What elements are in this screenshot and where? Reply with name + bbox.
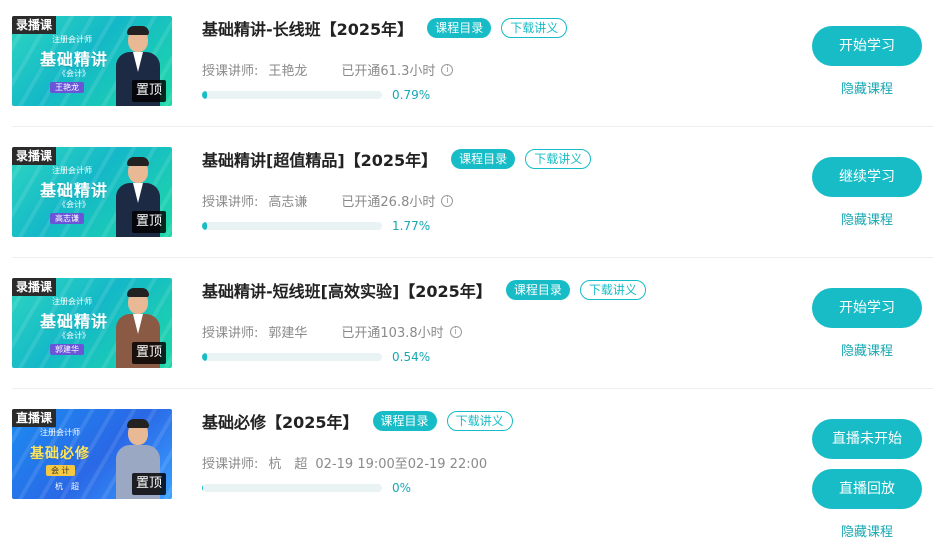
download-notes-button[interactable]: 下载讲义 (501, 18, 568, 38)
hide-course-link[interactable]: 隐藏课程 (812, 209, 922, 228)
course-type-badge: 录播课 (12, 278, 57, 296)
live-not-started-button[interactable]: 直播未开始 (812, 419, 922, 459)
thumbnail-course-tag: 注册会计师 (52, 166, 92, 175)
course-meta: 授课讲师: 杭 超 02-19 19:00至02-19 22:00 (202, 453, 487, 472)
catalog-button[interactable]: 课程目录 (372, 411, 437, 431)
course-thumbnail[interactable]: 录播课 注册会计师 基础精讲 《会计》 王艳龙 置顶 (12, 16, 172, 106)
course-meta: 授课讲师: 高志谦 已开通26.8小时 i (202, 191, 454, 210)
teacher-label: 授课讲师: (202, 195, 259, 210)
opened-hours: 已开通26.8小时 (341, 195, 436, 210)
pinned-badge[interactable]: 置顶 (131, 342, 166, 364)
pinned-badge[interactable]: 置顶 (131, 473, 166, 495)
course-title-line: 基础精讲-短线班[高效实验]【2025年】 课程目录 下载讲义 (202, 278, 646, 302)
row-divider (12, 257, 933, 258)
thumbnail-title: 基础必修 (30, 446, 90, 462)
info-icon[interactable]: i (441, 194, 454, 207)
teacher-label: 授课讲师: (202, 326, 259, 341)
thumbnail-title: 基础精讲 (40, 312, 109, 331)
course-title-line: 基础必修【2025年】 课程目录 下载讲义 (202, 409, 513, 433)
thumbnail-title: 基础精讲 (40, 181, 109, 200)
progress-bar (202, 484, 382, 492)
course-meta: 授课讲师: 王艳龙 已开通61.3小时 i (202, 60, 454, 79)
course-thumbnail[interactable]: 录播课 注册会计师 基础精讲 《会计》 郭建华 置顶 (12, 278, 172, 368)
course-type-badge: 录播课 (12, 16, 57, 34)
live-time: 02-19 19:00至02-19 22:00 (315, 457, 488, 472)
course-title-line: 基础精讲[超值精品]【2025年】 课程目录 下载讲义 (202, 147, 592, 171)
teacher-label: 授课讲师: (202, 64, 259, 79)
progress-percent: 0.54% (392, 350, 431, 364)
teacher-label: 授课讲师: (202, 457, 259, 472)
course-type-badge: 录播课 (12, 147, 57, 165)
opened-hours: 已开通61.3小时 (341, 64, 436, 79)
thumbnail-subject: 《会计》 (58, 200, 90, 209)
course-thumbnail[interactable]: 直播课 注册会计师 基础必修 会 计 杭 超 置顶 (12, 409, 172, 499)
catalog-button[interactable]: 课程目录 (505, 280, 570, 300)
progress-bar (202, 91, 382, 99)
start-learning-button[interactable]: 开始学习 (812, 288, 922, 328)
progress-fill (202, 222, 207, 230)
teacher-name: 高志谦 (268, 195, 308, 210)
progress-bar (202, 353, 382, 361)
thumbnail-subject: 《会计》 (58, 69, 90, 78)
course-list: 录播课 注册会计师 基础精讲 《会计》 王艳龙 置顶 基础精讲-长线班【2025… (0, 0, 933, 545)
hide-course-link[interactable]: 隐藏课程 (812, 78, 922, 97)
catalog-button[interactable]: 课程目录 (451, 149, 516, 169)
thumbnail-teacher: 郭建华 (50, 344, 84, 355)
pinned-badge[interactable]: 置顶 (131, 80, 166, 102)
progress-percent: 0.79% (392, 88, 431, 102)
teacher-name: 王艳龙 (268, 64, 308, 79)
continue-learning-button[interactable]: 继续学习 (812, 157, 922, 197)
course-title[interactable]: 基础精讲-长线班【2025年】 (202, 16, 413, 40)
thumbnail-course-tag: 注册会计师 (52, 297, 92, 306)
course-title[interactable]: 基础精讲-短线班[高效实验]【2025年】 (202, 278, 492, 302)
opened-hours: 已开通103.8小时 (341, 326, 444, 341)
row-divider (12, 388, 933, 389)
progress-fill (202, 91, 207, 99)
course-row: 录播课 注册会计师 基础精讲 《会计》 王艳龙 置顶 基础精讲-长线班【2025… (0, 0, 933, 127)
course-row: 录播课 注册会计师 基础精讲 《会计》 高志谦 置顶 基础精讲[超值精品]【20… (0, 131, 933, 258)
progress-percent: 0% (392, 481, 412, 495)
thumbnail-subject: 《会计》 (58, 331, 90, 340)
hide-course-link[interactable]: 隐藏课程 (812, 521, 922, 540)
progress-fill (202, 353, 207, 361)
course-type-badge: 直播课 (12, 409, 57, 427)
course-row: 录播课 注册会计师 基础精讲 《会计》 郭建华 置顶 基础精讲-短线班[高效实验… (0, 262, 933, 389)
thumbnail-course-tag: 注册会计师 (40, 428, 80, 437)
course-title[interactable]: 基础精讲[超值精品]【2025年】 (202, 147, 437, 171)
start-learning-button[interactable]: 开始学习 (812, 26, 922, 66)
download-notes-button[interactable]: 下载讲义 (446, 411, 513, 431)
thumbnail-teacher: 高志谦 (50, 213, 84, 224)
course-title-line: 基础精讲-长线班【2025年】 课程目录 下载讲义 (202, 16, 568, 40)
info-icon[interactable]: i (449, 325, 462, 338)
thumbnail-course-tag: 注册会计师 (52, 35, 92, 44)
teacher-name: 郭建华 (268, 326, 308, 341)
thumbnail-teacher: 王艳龙 (50, 82, 84, 93)
download-notes-button[interactable]: 下载讲义 (525, 149, 592, 169)
progress-fill (202, 484, 204, 492)
course-thumbnail[interactable]: 录播课 注册会计师 基础精讲 《会计》 高志谦 置顶 (12, 147, 172, 237)
course-meta: 授课讲师: 郭建华 已开通103.8小时 i (202, 322, 462, 341)
thumbnail-title: 基础精讲 (40, 50, 109, 69)
info-icon[interactable]: i (441, 63, 454, 76)
catalog-button[interactable]: 课程目录 (427, 18, 492, 38)
hide-course-link[interactable]: 隐藏课程 (812, 340, 922, 359)
course-title[interactable]: 基础必修【2025年】 (202, 409, 359, 433)
thumbnail-subject: 会 计 (46, 465, 75, 476)
download-notes-button[interactable]: 下载讲义 (579, 280, 646, 300)
progress-bar (202, 222, 382, 230)
row-divider (12, 126, 933, 127)
course-row: 直播课 注册会计师 基础必修 会 计 杭 超 置顶 基础必修【2025年】 课程… (0, 393, 933, 545)
pinned-badge[interactable]: 置顶 (131, 211, 166, 233)
progress-percent: 1.77% (392, 219, 431, 233)
live-replay-button[interactable]: 直播回放 (812, 469, 922, 509)
thumbnail-teacher: 杭 超 (55, 482, 79, 491)
teacher-name: 杭 超 (268, 457, 308, 472)
